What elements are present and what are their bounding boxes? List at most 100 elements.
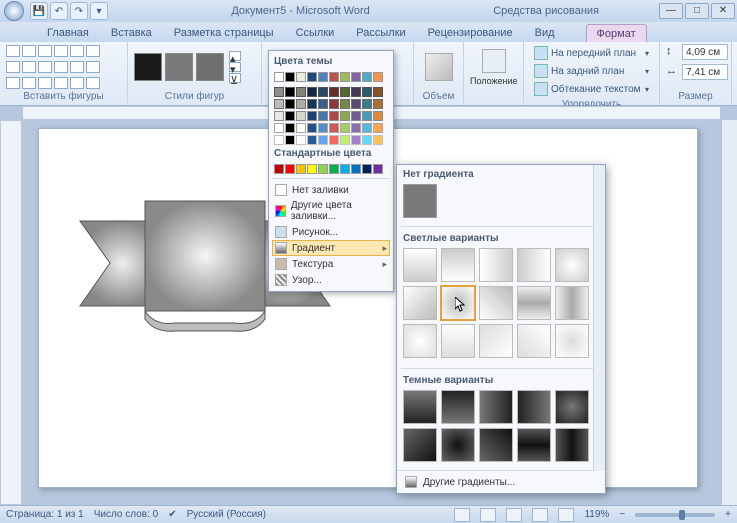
color-swatch[interactable] — [329, 87, 339, 97]
volume-gallery[interactable] — [425, 53, 453, 81]
redo-icon[interactable]: ↷ — [70, 2, 88, 20]
color-swatch[interactable] — [296, 87, 306, 97]
tab-review[interactable]: Рецензирование — [417, 23, 524, 42]
position-label[interactable]: Положение — [470, 76, 518, 86]
tab-references[interactable]: Ссылки — [285, 23, 346, 42]
gradient-swatch[interactable] — [403, 286, 437, 320]
zoom-slider[interactable] — [635, 513, 715, 517]
color-swatch[interactable] — [285, 164, 295, 174]
color-swatch[interactable] — [274, 164, 284, 174]
color-swatch[interactable] — [340, 135, 350, 145]
color-swatch[interactable] — [362, 123, 372, 133]
gradient-swatch[interactable] — [479, 324, 513, 358]
color-swatch[interactable] — [318, 164, 328, 174]
color-swatch[interactable] — [318, 111, 328, 121]
vertical-scrollbar[interactable] — [721, 120, 737, 505]
gradient-swatch[interactable] — [479, 248, 513, 282]
gradient-swatch[interactable] — [441, 248, 475, 282]
tab-insert[interactable]: Вставка — [100, 23, 163, 42]
close-button[interactable]: ✕ — [711, 3, 735, 19]
color-swatch[interactable] — [307, 111, 317, 121]
more-gradients-item[interactable]: Другие градиенты... — [397, 470, 605, 493]
color-swatch[interactable] — [373, 99, 383, 109]
gradient-swatch[interactable] — [555, 248, 589, 282]
gradient-swatch[interactable] — [517, 286, 551, 320]
vertical-ruler[interactable] — [0, 120, 22, 505]
color-swatch[interactable] — [285, 111, 295, 121]
gradient-swatch[interactable] — [479, 428, 513, 462]
color-swatch[interactable] — [373, 123, 383, 133]
tab-mailings[interactable]: Рассылки — [345, 23, 416, 42]
gradient-swatch[interactable] — [517, 248, 551, 282]
shape-style-1[interactable] — [134, 53, 162, 81]
gradient-scroll[interactable] — [593, 165, 605, 471]
color-swatch[interactable] — [340, 72, 350, 82]
gradient-swatch[interactable] — [441, 390, 475, 424]
text-wrap[interactable]: Обтекание текстом▾ — [530, 80, 653, 98]
color-swatch[interactable] — [285, 87, 295, 97]
color-swatch[interactable] — [285, 72, 295, 82]
color-swatch[interactable] — [296, 111, 306, 121]
color-swatch[interactable] — [274, 99, 284, 109]
color-swatch[interactable] — [329, 72, 339, 82]
color-swatch[interactable] — [296, 99, 306, 109]
save-icon[interactable]: 💾 — [30, 2, 48, 20]
tab-page-layout[interactable]: Разметка страницы — [163, 23, 285, 42]
color-swatch[interactable] — [318, 87, 328, 97]
zoom-in-icon[interactable]: + — [725, 509, 731, 520]
color-swatch[interactable] — [318, 72, 328, 82]
color-swatch[interactable] — [329, 123, 339, 133]
color-swatch[interactable] — [362, 72, 372, 82]
color-swatch[interactable] — [296, 72, 306, 82]
gradient-swatch[interactable] — [441, 324, 475, 358]
gallery-down-icon[interactable]: ▾ — [229, 62, 241, 72]
shape-height[interactable]: 4,09 см — [682, 44, 728, 60]
view-print-layout[interactable] — [454, 508, 470, 522]
gradient-fill-item[interactable]: Градиент▸ — [272, 240, 390, 256]
color-swatch[interactable] — [362, 99, 372, 109]
gradient-swatch[interactable] — [479, 390, 513, 424]
color-swatch[interactable] — [274, 87, 284, 97]
color-swatch[interactable] — [318, 135, 328, 145]
color-swatch[interactable] — [274, 123, 284, 133]
gradient-swatch[interactable] — [479, 286, 513, 320]
color-swatch[interactable] — [285, 135, 295, 145]
shapes-gallery[interactable] — [6, 44, 121, 90]
picture-fill-item[interactable]: Рисунок... — [272, 224, 390, 240]
qat-more-icon[interactable]: ▾ — [90, 2, 108, 20]
color-swatch[interactable] — [318, 99, 328, 109]
no-fill-item[interactable]: Нет заливки — [272, 182, 390, 198]
gallery-up-icon[interactable]: ▴ — [229, 51, 241, 61]
view-web-layout[interactable] — [506, 508, 522, 522]
gradient-swatch[interactable] — [517, 324, 551, 358]
position-button[interactable] — [482, 49, 506, 73]
send-to-back[interactable]: На задний план▾ — [530, 62, 653, 80]
gradient-swatch[interactable] — [441, 428, 475, 462]
office-button[interactable] — [4, 1, 24, 21]
pattern-fill-item[interactable]: Узор... — [272, 272, 390, 288]
color-swatch[interactable] — [318, 123, 328, 133]
view-outline[interactable] — [532, 508, 548, 522]
color-swatch[interactable] — [373, 87, 383, 97]
color-swatch[interactable] — [362, 111, 372, 121]
color-swatch[interactable] — [274, 72, 284, 82]
page-indicator[interactable]: Страница: 1 из 1 — [6, 509, 84, 520]
color-swatch[interactable] — [296, 164, 306, 174]
color-swatch[interactable] — [340, 123, 350, 133]
color-swatch[interactable] — [329, 99, 339, 109]
zoom-out-icon[interactable]: − — [619, 509, 625, 520]
shape-style-3[interactable] — [196, 53, 224, 81]
more-fill-colors-item[interactable]: Другие цвета заливки... — [272, 198, 390, 224]
color-swatch[interactable] — [274, 135, 284, 145]
color-swatch[interactable] — [296, 135, 306, 145]
language-indicator[interactable]: Русский (Россия) — [187, 509, 266, 520]
shape-style-2[interactable] — [165, 53, 193, 81]
tab-view[interactable]: Вид — [524, 23, 566, 42]
gradient-swatch[interactable] — [403, 248, 437, 282]
color-swatch[interactable] — [362, 135, 372, 145]
color-swatch[interactable] — [307, 72, 317, 82]
color-swatch[interactable] — [274, 111, 284, 121]
color-swatch[interactable] — [307, 123, 317, 133]
color-swatch[interactable] — [351, 164, 361, 174]
maximize-button[interactable]: □ — [685, 3, 709, 19]
